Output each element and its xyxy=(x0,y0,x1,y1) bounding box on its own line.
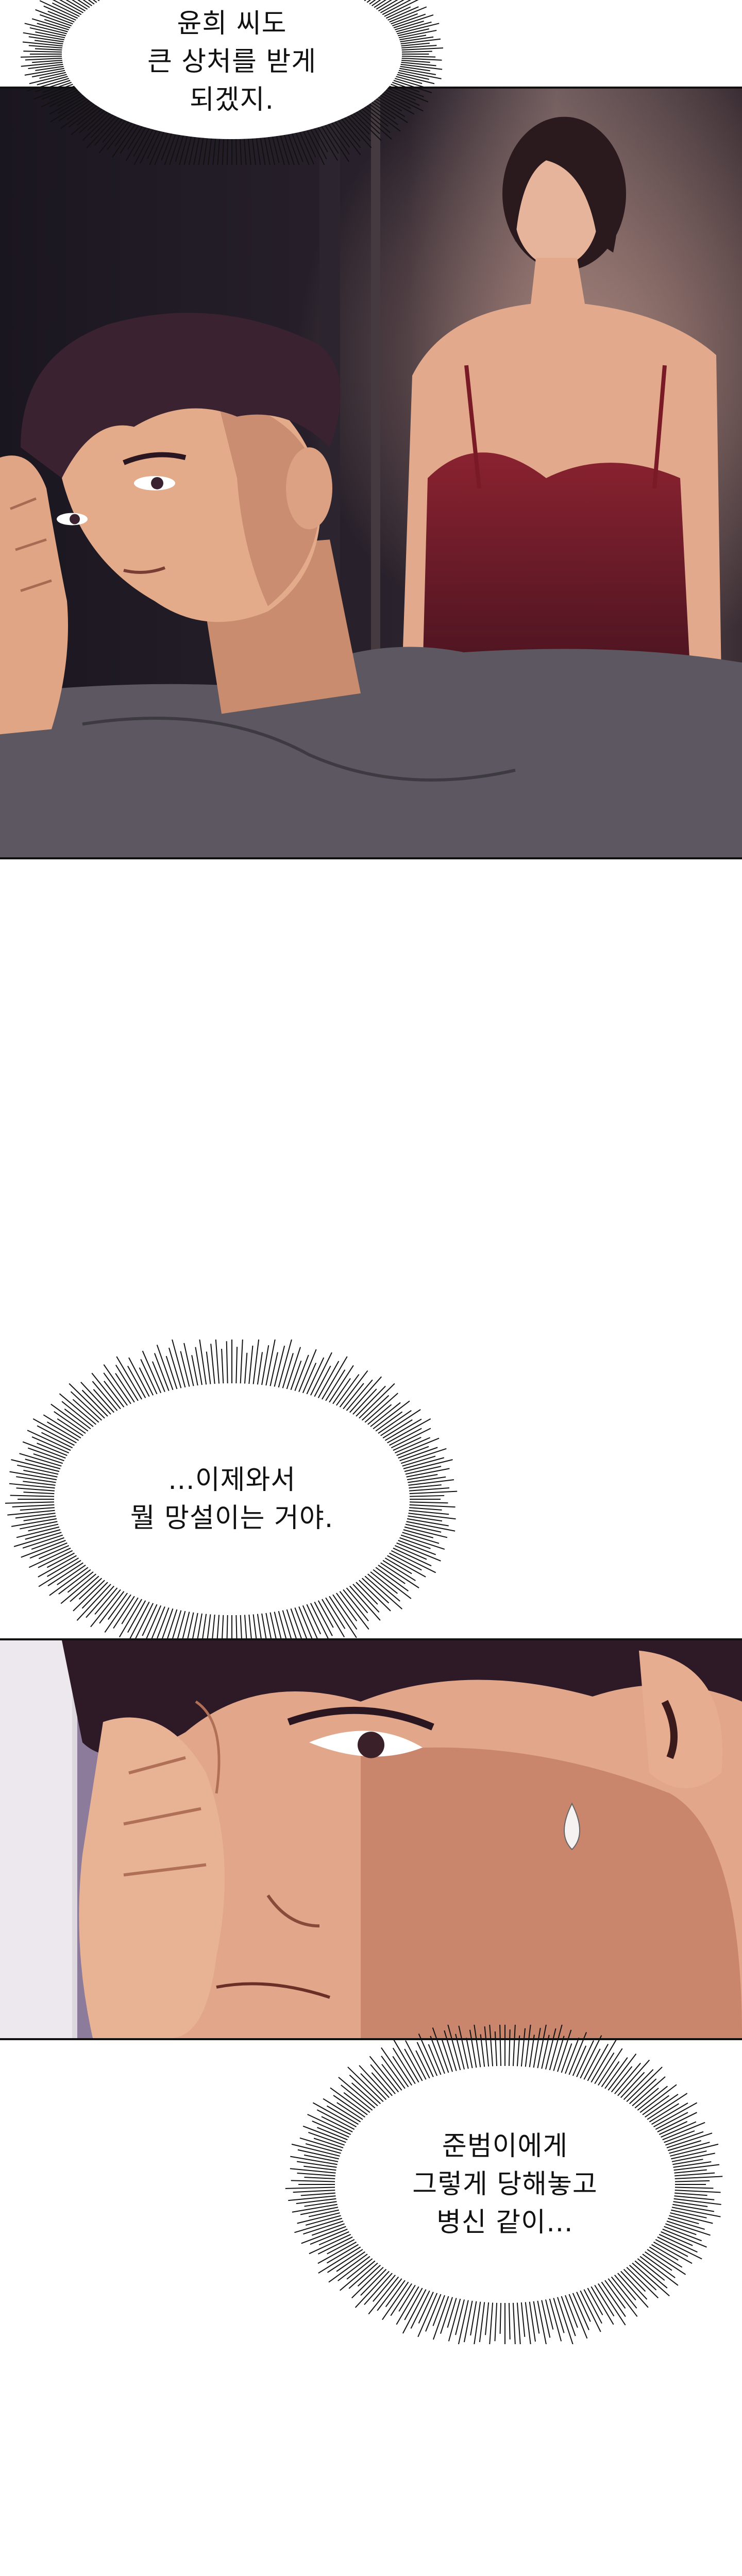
speech-bubble-1-text: 윤희 씨도 큰 상처를 받게 되겠지. xyxy=(147,8,317,115)
speech-bubble-2: …이제와서 뭘 망설이는 거야. xyxy=(5,1340,459,1659)
speech-bubble-3: 준범이에게 그렇게 당해놓고 병신 같이… xyxy=(278,2025,732,2344)
comic-panel-2 xyxy=(0,1638,742,2040)
speech-bubble-1: 윤희 씨도 큰 상처를 받게 되겠지. xyxy=(21,0,443,165)
panel-1-illustration xyxy=(0,89,742,857)
speech-bubble-2-text: …이제와서 뭘 망설이는 거야. xyxy=(130,1465,334,1534)
panel-2-illustration xyxy=(0,1640,742,2038)
comic-panel-1 xyxy=(0,87,742,859)
webtoon-page: 윤희 씨도 큰 상처를 받게 되겠지. …이제와서 뭘 망설이는 거야. 준범이… xyxy=(0,0,742,2576)
speech-bubble-3-text: 준범이에게 그렇게 당해놓고 병신 같이… xyxy=(412,2131,598,2238)
